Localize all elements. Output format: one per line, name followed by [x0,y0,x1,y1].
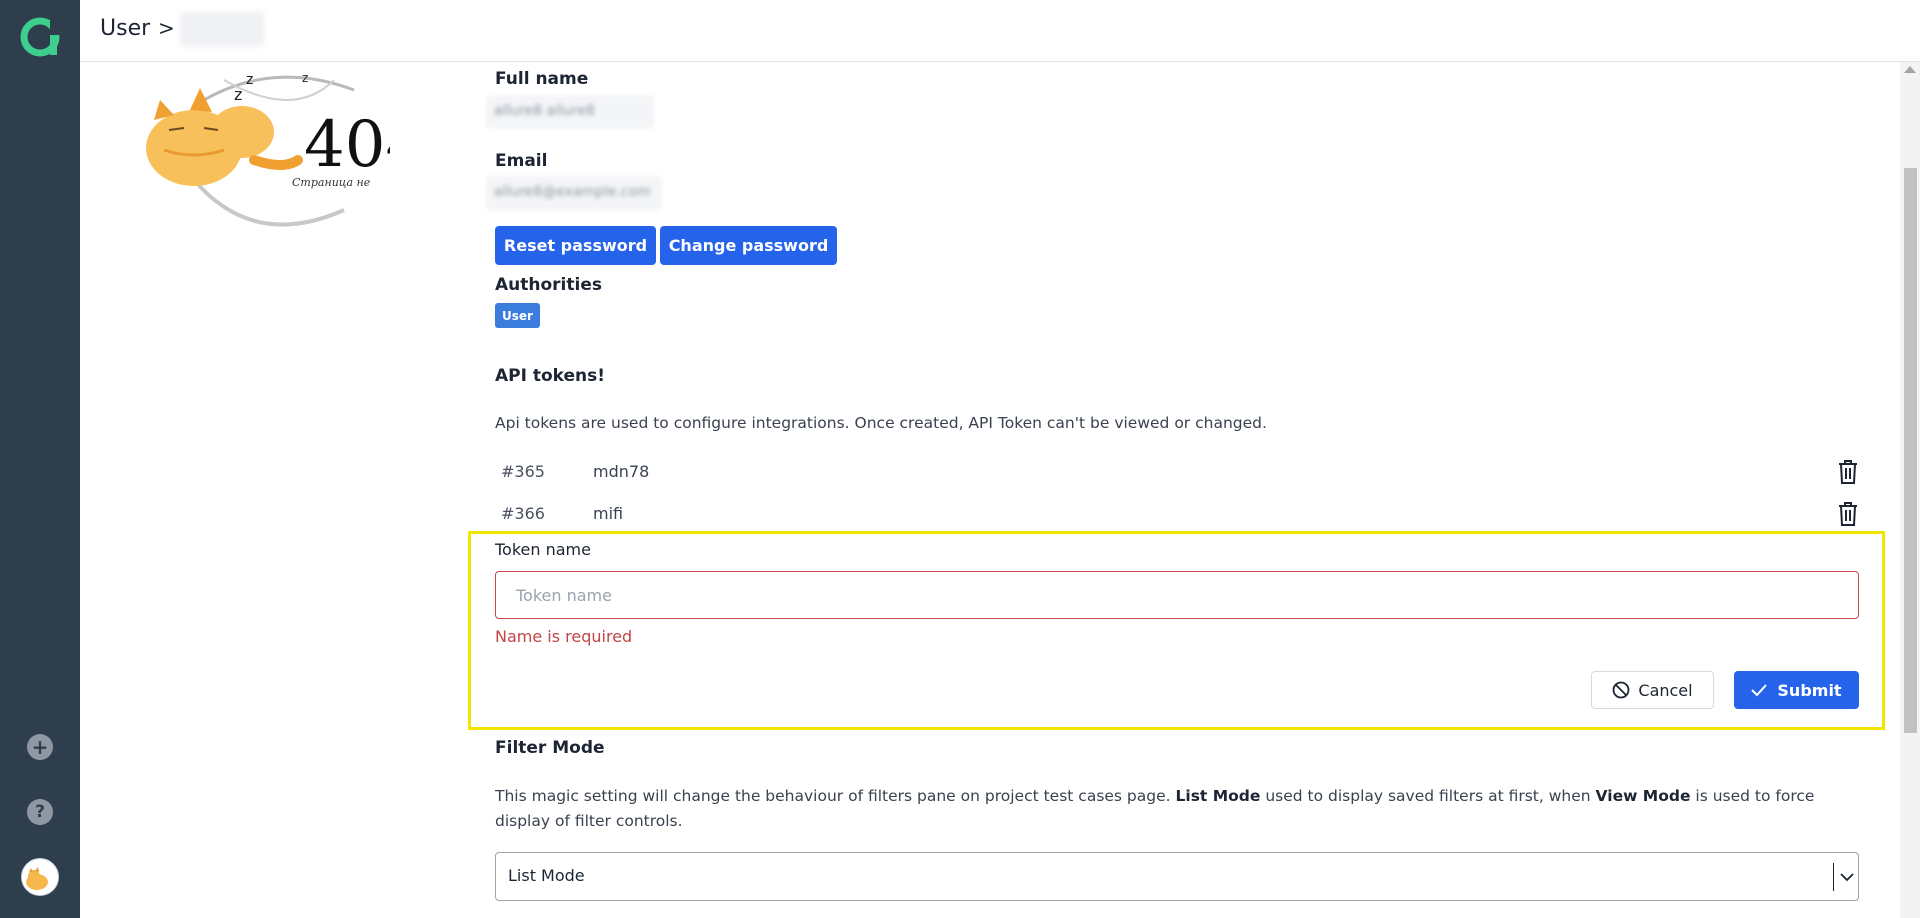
token-id: #365 [501,462,545,481]
select-divider [1833,863,1834,891]
reset-password-button[interactable]: Reset password [495,226,656,265]
api-tokens-heading: API tokens! [495,366,606,386]
svg-text:z: z [302,71,308,85]
help-icon[interactable]: ? [27,799,53,825]
side-rail: + ? [0,0,80,918]
breadcrumb-username-redacted [180,12,264,46]
authority-badge: User [495,303,540,328]
token-name-error: Name is required [495,627,633,646]
token-row: #366 mifi [495,501,1865,531]
allure-logo-icon[interactable] [20,17,60,57]
change-password-button[interactable]: Change password [660,226,837,265]
filter-mode-description: This magic setting will change the behav… [495,784,1865,834]
email-label: Email [495,151,548,171]
cancel-label: Cancel [1638,680,1693,700]
filter-mode-desc-text: used to display saved filters at first, … [1260,787,1596,805]
filter-mode-select[interactable]: List Mode [495,852,1859,901]
art-caption: Страница не [292,176,371,189]
token-name-input[interactable] [495,571,1859,619]
filter-mode-heading: Filter Mode [495,738,605,758]
token-name-label: Token name [495,540,591,559]
submit-button[interactable]: Submit [1734,671,1859,709]
filter-mode-desc-text: This magic setting will change the behav… [495,787,1176,805]
token-row: #365 mdn78 [495,459,1865,489]
token-name: mdn78 [593,462,650,481]
token-name: mifi [593,504,624,523]
filter-mode-desc-list-mode: List Mode [1175,787,1261,805]
token-id: #366 [501,504,545,523]
svg-text:z: z [246,72,253,88]
trash-icon[interactable] [1836,459,1860,485]
submit-label: Submit [1777,680,1842,700]
full-name-label: Full name [495,69,589,89]
scroll-up-arrow-icon[interactable] [1904,66,1916,73]
cancel-button[interactable]: Cancel [1591,671,1714,709]
scrollbar-thumb[interactable] [1904,168,1917,733]
check-icon [1751,684,1768,697]
breadcrumb-user[interactable]: User [100,16,150,41]
add-icon[interactable]: + [27,734,53,760]
svg-text:z: z [234,85,242,104]
full-name-value: allure8 allure8 [486,95,654,129]
authorities-label: Authorities [495,275,602,295]
trash-icon[interactable] [1836,501,1860,527]
filter-mode-selected: List Mode [508,866,585,885]
chevron-right-icon: > [158,16,175,40]
email-value: allure8@example.com [486,176,662,210]
top-bar: User > [80,0,1920,62]
profile-picture: z z z 404 Страница не [146,71,390,227]
api-tokens-description: Api tokens are used to configure integra… [495,414,1267,432]
chevron-down-icon[interactable] [1838,869,1856,885]
filter-mode-desc-view-mode: View Mode [1595,787,1691,805]
ban-icon [1612,681,1630,699]
art-404-text: 404 [304,108,390,182]
avatar-cat-icon [26,867,48,890]
avatar[interactable] [21,858,59,896]
